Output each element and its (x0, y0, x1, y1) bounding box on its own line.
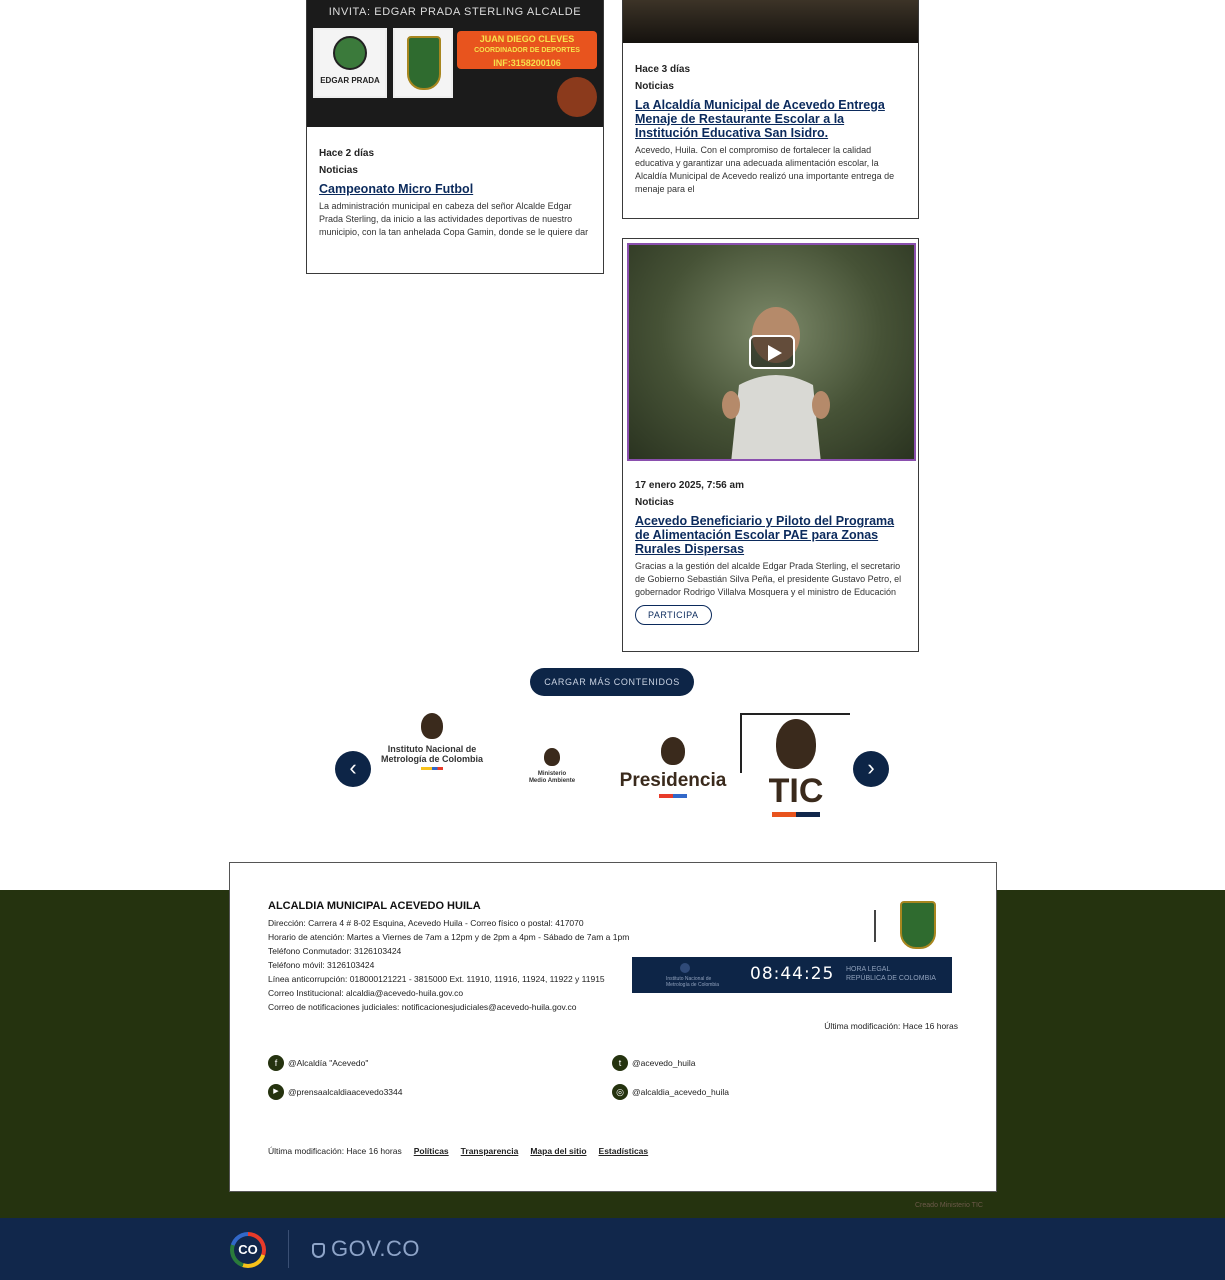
news-card-menaje-restaurante[interactable]: Hace 3 días Noticias La Alcaldía Municip… (622, 0, 919, 219)
gov-co-link[interactable]: GOV.CO (312, 1236, 420, 1262)
footer-credit: Creado Ministerio TIC (915, 1202, 983, 1209)
participa-button[interactable]: PARTICIPA (635, 605, 712, 625)
load-more-button[interactable]: CARGAR MÁS CONTENIDOS (530, 668, 694, 696)
poster-paint-splash (557, 77, 597, 117)
card-date: 17 enero 2025, 7:56 am (635, 480, 744, 491)
gov-co-bar: CO GOV.CO (0, 1218, 1225, 1280)
poster-coordinator-role: COORDINADOR DE DEPORTES (474, 47, 580, 54)
colombia-shield-icon (312, 1242, 325, 1258)
footer-hours: Horario de atención: Martes a Viernes de… (268, 932, 630, 942)
card-date: Hace 3 días (635, 64, 691, 75)
social-youtube[interactable]: ▶ @prensaalcaldiaacevedo3344 (268, 1084, 403, 1100)
edgar-prada-logo: EDGAR PRADA (313, 28, 387, 98)
co-brand-text: CO (234, 1236, 262, 1264)
social-label: @prensaalcaldiaacevedo3344 (288, 1087, 403, 1097)
carousel-item-presidencia-label: Presidencia (619, 770, 727, 791)
news-card-pae-video[interactable]: 17 enero 2025, 7:56 am Noticias Acevedo … (622, 238, 919, 652)
footer-link-statistics[interactable]: Estadísticas (599, 1146, 649, 1156)
carousel-item-tic-label: TIC (768, 772, 824, 810)
acevedo-shield-icon (900, 901, 936, 949)
carousel-item-line2: Medio Ambiente (528, 778, 576, 784)
carousel-next-button[interactable]: › (853, 751, 889, 787)
video-player[interactable] (627, 243, 916, 461)
colombia-shield-icon (544, 748, 560, 766)
clock-label-1: HORA LEGAL (846, 966, 891, 973)
carousel-item-line1: Ministerio (537, 771, 567, 777)
card-description: La administración municipal en cabeza de… (319, 201, 589, 237)
gov-co-text: GOV.CO (331, 1236, 420, 1261)
footer-judicial-email[interactable]: Correo de notificaciones judiciales: not… (268, 1000, 638, 1014)
poster-invite-text: INVITA: EDGAR PRADA STERLING ALCALDE (328, 6, 582, 18)
poster-phone: INF:3158200106 (493, 58, 561, 68)
carousel-item-inm[interactable]: Instituto Nacional de Metrología de Colo… (372, 713, 492, 770)
poster-coordinator-box: JUAN DIEGO CLEVES COORDINADOR DE DEPORTE… (457, 31, 597, 69)
video-person-figure (722, 307, 830, 459)
card-description: Acevedo, Huila. Con el compromiso de for… (635, 145, 895, 194)
footer-card: ALCALDIA MUNICIPAL ACEVEDO HUILA Direcci… (229, 862, 997, 1192)
card-category: Noticias (635, 497, 674, 508)
gov-divider (288, 1230, 289, 1268)
co-brand-logo[interactable]: CO (230, 1232, 266, 1268)
colombia-shield-icon (421, 713, 443, 739)
carousel-item-tic[interactable]: TIC (740, 713, 850, 817)
footer-divider (874, 910, 876, 942)
youtube-icon: ▶ (268, 1084, 284, 1100)
poster-coordinator-name: JUAN DIEGO CLEVES (479, 34, 575, 44)
social-twitter[interactable]: t @acevedo_huila (612, 1055, 695, 1071)
flag-stripe (421, 767, 443, 770)
clock-label-2: REPÚBLICA DE COLOMBIA (846, 975, 936, 982)
footer-link-policies[interactable]: Políticas (414, 1146, 449, 1156)
colombia-shield-icon (776, 719, 816, 769)
card-title-link[interactable]: Acevedo Beneficiario y Piloto del Progra… (635, 514, 906, 556)
facebook-icon: f (268, 1055, 284, 1071)
carousel-item-line1: Instituto Nacional de (387, 744, 477, 754)
footer-contact-info: Dirección: Carrera 4 # 8-02 Esquina, Ace… (268, 916, 638, 1014)
clock-time: 08:44:25 (750, 964, 835, 984)
news-photo[interactable] (623, 0, 918, 43)
colombia-shield-icon (661, 737, 685, 765)
play-button[interactable] (749, 335, 795, 369)
footer-email[interactable]: Correo Institucional: alcaldia@acevedo-h… (268, 986, 638, 1000)
card-category: Noticias (319, 165, 358, 176)
card-date: Hace 2 días (319, 148, 375, 159)
clock-label: HORA LEGAL REPÚBLICA DE COLOMBIA (846, 965, 936, 983)
social-facebook[interactable]: f @Alcaldía "Acevedo" (268, 1055, 368, 1071)
footer-last-modified: Última modificación: Hace 16 horas (824, 1021, 958, 1031)
footer-address: Dirección: Carrera 4 # 8-02 Esquina, Ace… (268, 918, 584, 928)
footer-link-transparency[interactable]: Transparencia (461, 1146, 519, 1156)
poster-image[interactable]: INVITA: EDGAR PRADA STERLING ALCALDE EDG… (307, 0, 603, 127)
card-description: Gracias a la gestión del alcalde Edgar P… (635, 561, 902, 597)
clock-institute: Instituto Nacional de Metrología de Colo… (666, 976, 720, 988)
footer-mobile: Teléfono móvil: 3126103424 (268, 960, 375, 970)
footer-entity-name: ALCALDIA MUNICIPAL ACEVEDO HUILA (268, 900, 481, 912)
inm-shield-icon (680, 963, 690, 973)
card-category: Noticias (635, 81, 674, 92)
footer-phone: Teléfono Conmutador: 3126103424 (268, 946, 402, 956)
carousel-item-minambiente[interactable]: Ministerio Medio Ambiente (507, 748, 597, 785)
carousel-prev-button[interactable]: ‹ (335, 751, 371, 787)
card-title-link[interactable]: La Alcaldía Municipal de Acevedo Entrega… (635, 98, 906, 140)
twitter-icon: t (612, 1055, 628, 1071)
carousel-item-line2: Metrología de Colombia (380, 754, 483, 764)
flag-stripe (659, 794, 687, 798)
flag-stripe (772, 812, 820, 817)
news-card-micro-futbol[interactable]: INVITA: EDGAR PRADA STERLING ALCALDE EDG… (306, 0, 604, 274)
footer-last-modified-bottom: Última modificación: Hace 16 horas (268, 1146, 402, 1156)
card-title-link[interactable]: Campeonato Micro Futbol (319, 182, 591, 196)
acevedo-shield-logo (393, 28, 453, 98)
legal-time-clock: Instituto Nacional de Metrología de Colo… (632, 957, 952, 993)
social-label: @alcaldia_acevedo_huila (632, 1087, 730, 1097)
instagram-icon: ◎ (612, 1084, 628, 1100)
carousel-item-presidencia[interactable]: Presidencia (618, 737, 728, 798)
poster-logo-text: EDGAR PRADA (320, 76, 380, 85)
footer-bottom-bar: Última modificación: Hace 16 horas Polít… (268, 1146, 648, 1156)
social-instagram[interactable]: ◎ @alcaldia_acevedo_huila (612, 1084, 729, 1100)
social-label: @acevedo_huila (632, 1058, 696, 1068)
social-label: @Alcaldía "Acevedo" (288, 1058, 369, 1068)
footer-link-sitemap[interactable]: Mapa del sitio (530, 1146, 586, 1156)
footer-anticorruption: Línea anticorrupción: 018000121221 - 381… (268, 974, 605, 984)
